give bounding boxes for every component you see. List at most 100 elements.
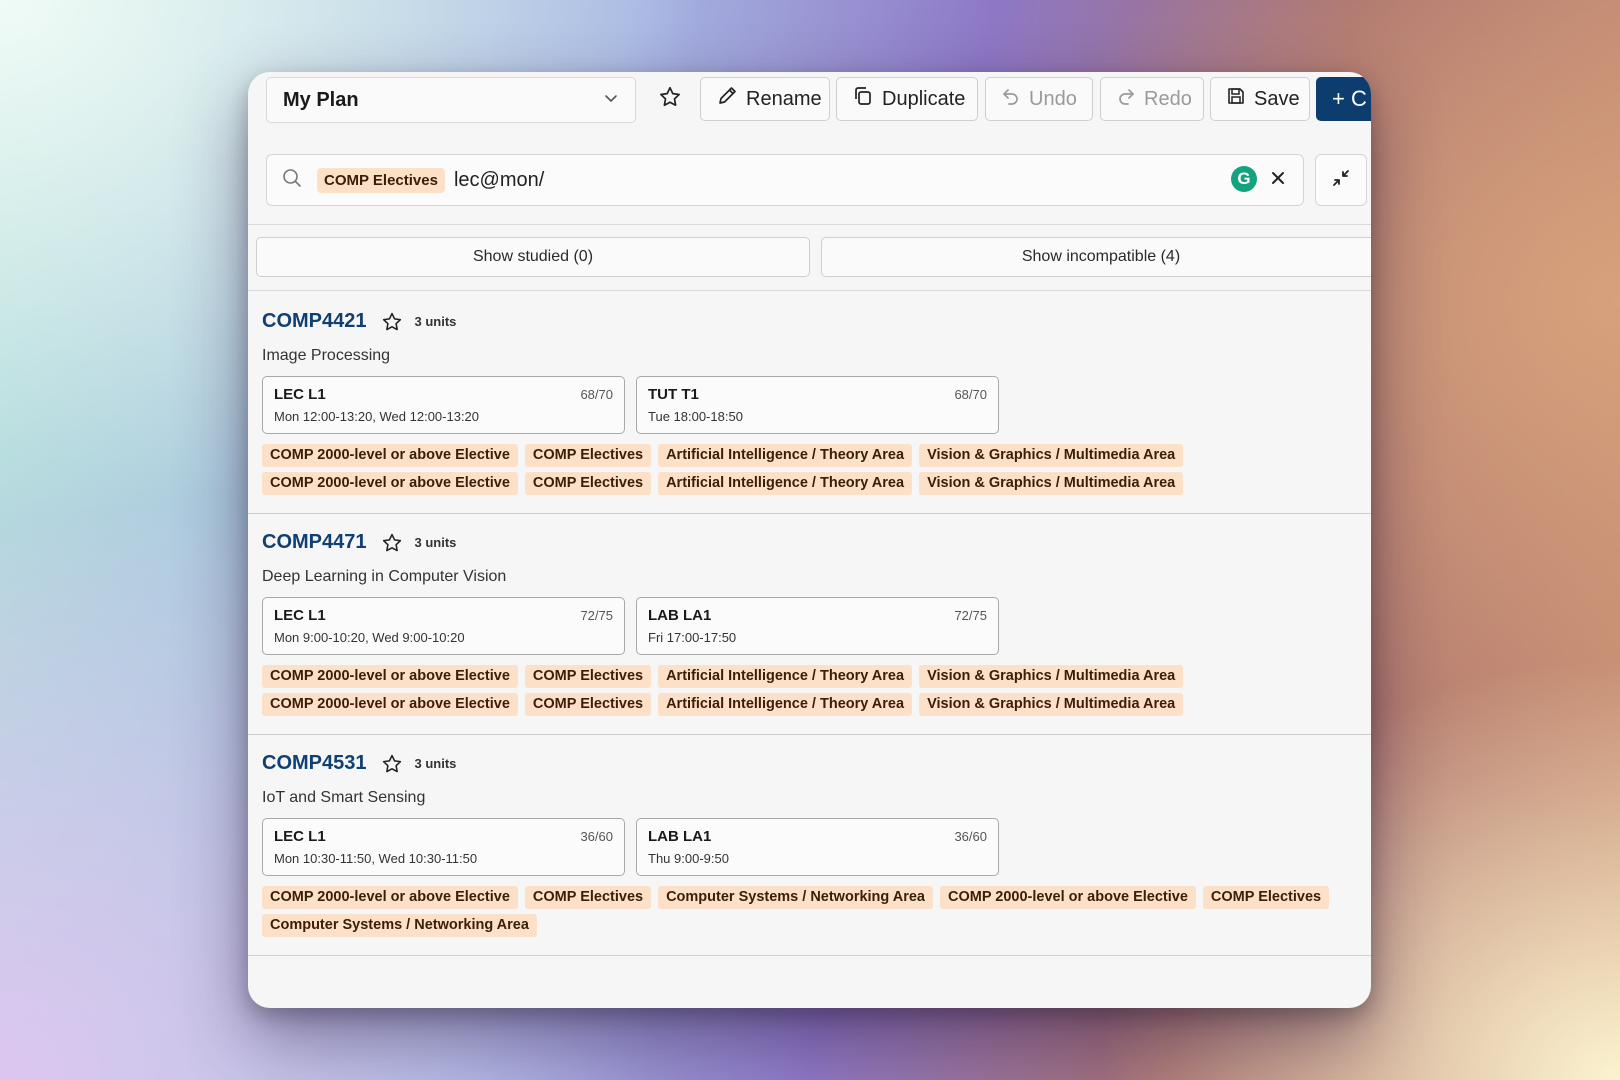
duplicate-button[interactable]: Duplicate [836,77,978,121]
category-tag: Artificial Intelligence / Theory Area [658,665,913,688]
undo-icon [1001,86,1021,112]
course-title: Image Processing [262,347,391,364]
course-units: 3 units [414,535,457,550]
divider [248,290,1371,291]
section-card[interactable]: LEC L1 36/60 Mon 10:30-11:50, Wed 10:30-… [262,818,625,876]
search-input[interactable]: lec@mon/ [454,169,544,192]
tag-list: COMP 2000-level or above Elective COMP El… [262,665,1357,716]
category-tag: Vision & Graphics / Multimedia Area [919,693,1184,716]
star-icon[interactable] [381,753,403,775]
star-icon[interactable] [381,311,403,333]
category-tag: Artificial Intelligence / Theory Area [658,472,913,495]
category-tag: COMP 2000-level or above Elective [262,693,518,716]
section-card[interactable]: TUT T1 68/70 Tue 18:00-18:50 [636,376,999,434]
category-tag: COMP 2000-level or above Elective [262,472,518,495]
copy-icon [852,85,874,113]
category-tag: Vision & Graphics / Multimedia Area [919,472,1184,495]
course-units: 3 units [414,756,457,771]
course-code[interactable]: COMP4421 [262,310,367,333]
filter-row: Show studied (0) Show incompatible (4) [248,237,1371,279]
section-name: TUT T1 [648,386,699,403]
course-card: COMP4531 3 units IoT and Smart Sensing L… [248,734,1371,956]
duplicate-label: Duplicate [882,87,966,110]
collapse-panel-button[interactable] [1315,154,1367,206]
section-name: LAB LA1 [648,828,712,845]
show-studied-button[interactable]: Show studied (0) [256,237,810,277]
category-tag: COMP 2000-level or above Elective [262,665,518,688]
plan-select[interactable]: My Plan [266,77,636,123]
search-filter-chip[interactable]: COMP Electives [317,167,445,193]
category-tag: COMP Electives [524,472,652,495]
redo-icon [1116,86,1136,112]
section-card[interactable]: LAB LA1 36/60 Thu 9:00-9:50 [636,818,999,876]
section-time: Mon 9:00-10:20, Wed 9:00-10:20 [274,630,465,645]
star-icon [658,85,682,114]
course-header: COMP4421 3 units [262,310,456,333]
section-time: Mon 12:00-13:20, Wed 12:00-13:20 [274,409,480,424]
course-title: Deep Learning in Computer Vision [262,568,507,585]
category-tag: Computer Systems / Networking Area [262,914,537,937]
section-card[interactable]: LAB LA1 72/75 Fri 17:00-17:50 [636,597,999,655]
chevron-down-icon [603,90,619,111]
category-tag: Artificial Intelligence / Theory Area [658,444,913,467]
minimize-arrows-icon [1330,167,1352,194]
category-tag: COMP Electives [524,886,652,909]
redo-button[interactable]: Redo [1100,77,1204,121]
section-card[interactable]: LEC L1 68/70 Mon 12:00-13:20, Wed 12:00-… [262,376,625,434]
category-tag: COMP Electives [524,665,652,688]
favorite-plan-button[interactable] [648,77,692,121]
category-tag: COMP 2000-level or above Elective [262,886,518,909]
star-icon[interactable] [381,532,403,554]
section-name: LEC L1 [274,607,326,624]
section-capacity: 36/60 [954,829,987,844]
divider [248,224,1371,225]
rename-button[interactable]: Rename [700,77,830,121]
section-time: Mon 10:30-11:50, Wed 10:30-11:50 [274,851,478,866]
section-capacity: 68/70 [580,387,613,402]
toolbar: My Plan Rename Duplicate Undo Redo Save … [248,72,1371,206]
section-name: LEC L1 [274,386,326,403]
section-capacity: 72/75 [954,608,987,623]
plan-name: My Plan [283,88,359,111]
course-code[interactable]: COMP4531 [262,752,367,775]
category-tag: COMP Electives [524,693,652,716]
create-label: + C [1332,86,1367,111]
category-tag: Vision & Graphics / Multimedia Area [919,444,1184,467]
search-bar[interactable]: COMP Electives lec@mon/ G [266,154,1304,206]
course-code[interactable]: COMP4471 [262,531,367,554]
section-capacity: 36/60 [580,829,613,844]
create-button[interactable]: + C [1316,77,1371,121]
rename-label: Rename [746,87,822,110]
course-card: COMP4471 3 units Deep Learning in Comput… [248,513,1371,735]
section-time: Thu 9:00-9:50 [648,851,729,866]
section-name: LEC L1 [274,828,326,845]
section-time: Tue 18:00-18:50 [648,409,743,424]
category-tag: Computer Systems / Networking Area [658,886,933,909]
category-tag: Vision & Graphics / Multimedia Area [919,665,1184,688]
tag-list: COMP 2000-level or above Elective COMP El… [262,886,1357,937]
course-header: COMP4471 3 units [262,531,456,554]
section-capacity: 72/75 [580,608,613,623]
app-window: My Plan Rename Duplicate Undo Redo Save … [248,72,1371,1008]
pencil-icon [716,85,738,113]
redo-label: Redo [1144,87,1192,110]
section-capacity: 68/70 [954,387,987,402]
category-tag: COMP Electives [524,444,652,467]
category-tag: COMP 2000-level or above Elective [262,444,518,467]
section-name: LAB LA1 [648,607,712,624]
clear-search-icon[interactable] [1267,167,1289,189]
tag-list: COMP 2000-level or above Elective COMP El… [262,444,1357,495]
save-button[interactable]: Save [1210,77,1310,121]
category-tag: COMP 2000-level or above Elective [940,886,1196,909]
undo-label: Undo [1029,87,1077,110]
floppy-disk-icon [1226,86,1246,112]
course-units: 3 units [414,314,457,329]
save-label: Save [1254,87,1300,110]
course-title: IoT and Smart Sensing [262,789,426,806]
search-icon [281,167,303,194]
undo-button[interactable]: Undo [985,77,1093,121]
section-card[interactable]: LEC L1 72/75 Mon 9:00-10:20, Wed 9:00-10… [262,597,625,655]
show-incompatible-button[interactable]: Show incompatible (4) [821,237,1371,277]
grammarly-icon[interactable]: G [1231,166,1257,192]
section-time: Fri 17:00-17:50 [648,630,737,645]
